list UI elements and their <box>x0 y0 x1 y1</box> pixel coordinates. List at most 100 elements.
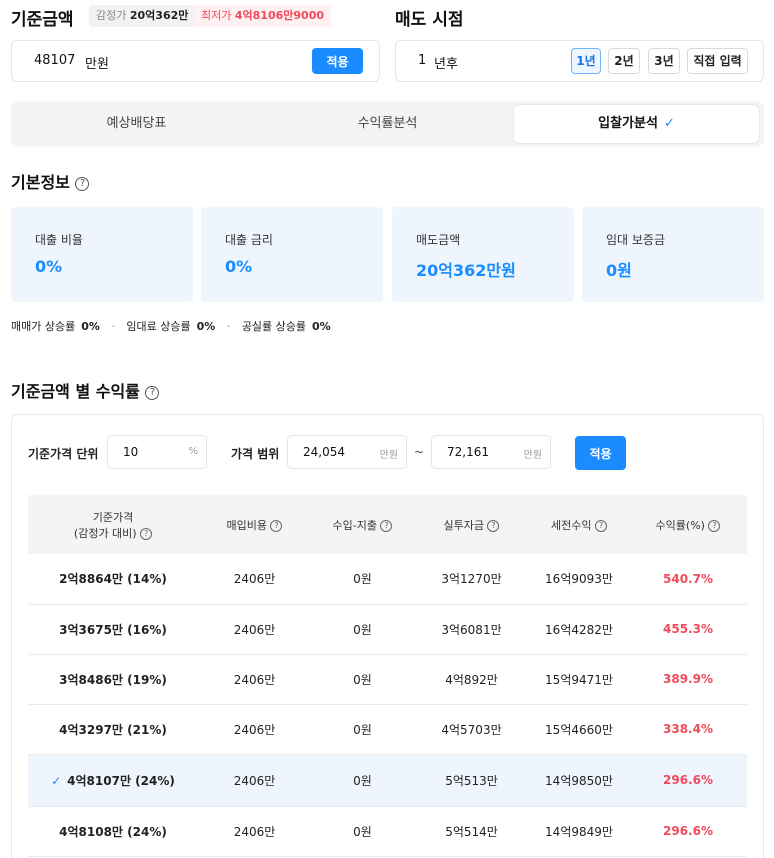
tab-bid-analysis[interactable]: 입찰가분석 ✓ <box>514 105 759 143</box>
range-min-value[interactable]: 24,054 <box>303 445 345 459</box>
rate-label: 매매가 상승률 <box>11 320 76 333</box>
col-label: 수익률(%) <box>655 518 705 532</box>
net-cell: 0원 <box>311 554 414 605</box>
help-icon[interactable]: ? <box>487 519 500 532</box>
table-row[interactable]: 4억8108만 (24%) 2406만 0원 5억514만 14억9849만 296.6% <box>28 806 747 857</box>
price-cell: 3억3675만 (16%) <box>28 604 198 655</box>
profit-cell: 15억4660만 <box>529 704 629 755</box>
unit-input-value[interactable]: 10 <box>123 445 138 459</box>
cost-cell-text: 2406만 <box>233 773 276 788</box>
net-cell: 0원 <box>311 604 414 655</box>
range-min-input[interactable]: 24,054 만원 <box>287 435 407 469</box>
rate-cell-text: 540.7% <box>663 571 713 586</box>
table-row[interactable]: 3억3675만 (16%) 2406만 0원 3억6081만 16억4282만 455.3… <box>28 604 747 655</box>
unit-input[interactable]: 10 % <box>107 435 207 469</box>
table-row[interactable]: 2억8864만 (14%) 2406만 0원 3억1270만 16억9093만 540.7… <box>28 554 747 605</box>
sale-option-1y[interactable]: 1년 <box>571 48 601 74</box>
card-label: 대출 비율 <box>35 233 83 247</box>
unit-input-suffix: % <box>188 446 198 457</box>
col-label: 세전수익 <box>551 518 592 532</box>
table-row[interactable]: 4억3297만 (21%) 2406만 0원 4억5703만 15억4660만 338.4… <box>28 704 747 755</box>
net-cell-text: 0원 <box>353 622 372 637</box>
profit-cell: 14억9850만 <box>529 754 629 807</box>
rate-cell: 296.6% <box>629 806 747 857</box>
cost-cell: 2406만 <box>198 806 311 857</box>
profit-cell-text: 14억9850만 <box>545 773 613 788</box>
tab-expected-dividend[interactable]: 예상배당표 <box>15 105 258 143</box>
cost-cell-text: 2406만 <box>233 824 276 839</box>
cost-cell-text: 2406만 <box>233 622 276 637</box>
rate-value: 0% <box>312 320 331 333</box>
price-cell: 2억8864만 (14%) <box>28 554 198 605</box>
profit-cell: 15억9471만 <box>529 654 629 705</box>
card-label: 대출 금리 <box>225 233 273 247</box>
range-min-unit: 만원 <box>379 450 398 461</box>
card-value: 0원 <box>606 261 632 280</box>
col-pretax-profit: 세전수익 ? <box>529 495 629 554</box>
help-icon[interactable]: ? <box>145 385 160 400</box>
base-amount-unit: 만원 <box>85 57 109 72</box>
price-cell: 4억3297만 (21%) <box>28 704 198 755</box>
price-cell-text: 3억3675만 (16%) <box>59 622 167 637</box>
net-cell-text: 0원 <box>353 572 372 587</box>
help-icon[interactable]: ? <box>75 176 90 191</box>
help-icon[interactable]: ? <box>380 519 393 532</box>
base-amount-input[interactable]: 48107 만원 적용 <box>11 40 380 82</box>
range-max-input[interactable]: 72,161 만원 <box>431 435 551 469</box>
table-row[interactable]: ✓ 4억8107만 (24%) 2406만 0원 5억513만 14억9850만 296.6… <box>28 754 747 807</box>
range-max-unit: 만원 <box>523 450 542 461</box>
invest-cell-text: 4억892만 <box>445 672 498 687</box>
help-icon[interactable]: ? <box>140 527 153 540</box>
rate-cell-text: 338.4% <box>663 722 713 736</box>
sale-timing-value[interactable]: 1 <box>418 53 426 68</box>
range-apply-button[interactable]: 적용 <box>575 436 626 470</box>
invest-cell: 3억1270만 <box>414 554 529 605</box>
table-row[interactable]: 3억8486만 (19%) 2406만 0원 4억892만 15억9471만 389.9% <box>28 654 747 705</box>
cost-cell-text: 2406만 <box>233 722 276 737</box>
minimum-value: 4억8106만9000 <box>234 9 324 22</box>
col-label: 실투자금 <box>443 518 484 532</box>
base-apply-button[interactable]: 적용 <box>312 48 363 74</box>
card-label: 매도금액 <box>416 233 461 247</box>
cost-cell-text: 2406만 <box>233 672 276 687</box>
table-header: 기준가격 (감정가 대비) ? 매입비용 ? 수입-지출 ? 실투자금 ? 세전… <box>28 495 747 554</box>
help-icon[interactable]: ? <box>708 519 721 532</box>
sale-option-custom[interactable]: 직접 입력 <box>687 48 748 74</box>
base-amount-value[interactable]: 48107 <box>34 53 75 68</box>
net-cell-text: 0원 <box>353 824 372 839</box>
returns-title: 기준금액 별 수익률 <box>11 382 140 401</box>
sale-timing-input[interactable]: 1 년후 1년 2년 3년 직접 입력 <box>395 40 764 82</box>
card-sale-amount: 매도금액 20억362만원 <box>392 207 574 302</box>
basic-info-section: 기본정보 ? <box>11 169 90 193</box>
col-label: 매입비용 <box>226 518 267 532</box>
minimum-badge: 최저가 4억8106만9000 <box>194 5 331 27</box>
card-value: 0% <box>35 257 63 276</box>
col-base-price-line2: (감정가 대비) <box>73 526 137 540</box>
rate-cell-text: 296.6% <box>663 773 713 787</box>
tab-bid-analysis-label: 입찰가분석 <box>598 116 658 131</box>
rate-cell-text: 296.6% <box>663 824 713 838</box>
appraisal-value: 20억362만 <box>129 9 189 22</box>
profit-cell: 16억4282만 <box>529 604 629 655</box>
rate-value: 0% <box>81 320 100 333</box>
help-icon[interactable]: ? <box>594 519 607 532</box>
sale-option-3y[interactable]: 3년 <box>648 48 680 74</box>
returns-table: 기준가격 (감정가 대비) ? 매입비용 ? 수입-지출 ? 실투자금 ? 세전… <box>28 495 747 857</box>
invest-cell-text: 3억6081만 <box>441 622 502 637</box>
unit-label: 기준가격 단위 <box>28 447 99 461</box>
sale-option-2y[interactable]: 2년 <box>608 48 640 74</box>
profit-cell-text: 16억9093만 <box>545 572 613 587</box>
range-max-value[interactable]: 72,161 <box>447 445 489 459</box>
net-cell-text: 0원 <box>353 722 372 737</box>
net-cell: 0원 <box>311 754 414 807</box>
help-icon[interactable]: ? <box>270 519 283 532</box>
card-value: 0% <box>225 257 253 276</box>
separator: · <box>111 320 115 333</box>
rate-label: 임대료 상승률 <box>126 320 191 333</box>
sale-timing-unit: 년후 <box>434 57 458 72</box>
invest-cell-text: 5억514만 <box>445 824 498 839</box>
rate-cell-text: 455.3% <box>663 622 713 636</box>
basic-info-title: 기본정보 <box>11 173 70 192</box>
tab-return-analysis[interactable]: 수익률분석 <box>266 105 509 143</box>
invest-cell: 5억514만 <box>414 806 529 857</box>
